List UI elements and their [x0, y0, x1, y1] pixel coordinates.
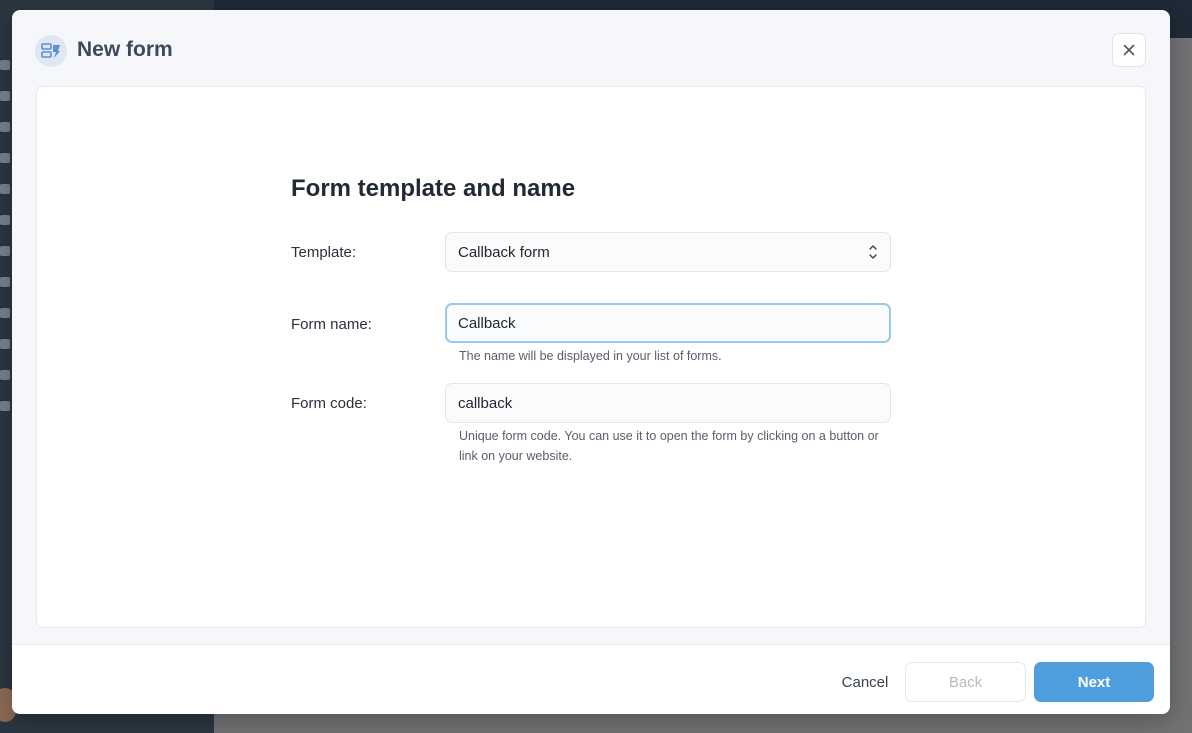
new-form-dialog: New form Form template and name Template…	[12, 10, 1170, 714]
section-title: Form template and name	[291, 175, 576, 202]
form-name-input[interactable]	[458, 314, 878, 332]
form-code-input[interactable]	[458, 394, 878, 412]
form-code-hint: Unique form code. You can use it to open…	[459, 429, 879, 463]
form-name-hint: The name will be displayed in your list …	[459, 349, 722, 363]
background-sidebar-icons	[0, 60, 12, 432]
template-select[interactable]: Callback form	[445, 232, 891, 272]
content-panel: Form template and name Template: Callbac…	[36, 86, 1146, 628]
close-icon	[1123, 44, 1135, 56]
cancel-button[interactable]: Cancel	[830, 662, 900, 702]
chevron-updown-icon	[869, 245, 877, 259]
form-name-field[interactable]	[445, 303, 891, 343]
dialog-header: New form	[12, 10, 1170, 86]
dialog-footer: Cancel Back Next	[12, 644, 1170, 714]
form-name-label: Form name:	[291, 316, 372, 333]
dialog-title: New form	[77, 38, 173, 61]
form-code-label: Form code:	[291, 395, 367, 412]
close-button[interactable]	[1112, 33, 1146, 67]
template-label: Template:	[291, 244, 357, 261]
next-button[interactable]: Next	[1034, 662, 1154, 702]
form-icon	[35, 35, 67, 67]
template-select-value: Callback form	[458, 243, 550, 261]
back-button[interactable]: Back	[905, 662, 1026, 702]
form-code-field[interactable]	[445, 383, 891, 423]
